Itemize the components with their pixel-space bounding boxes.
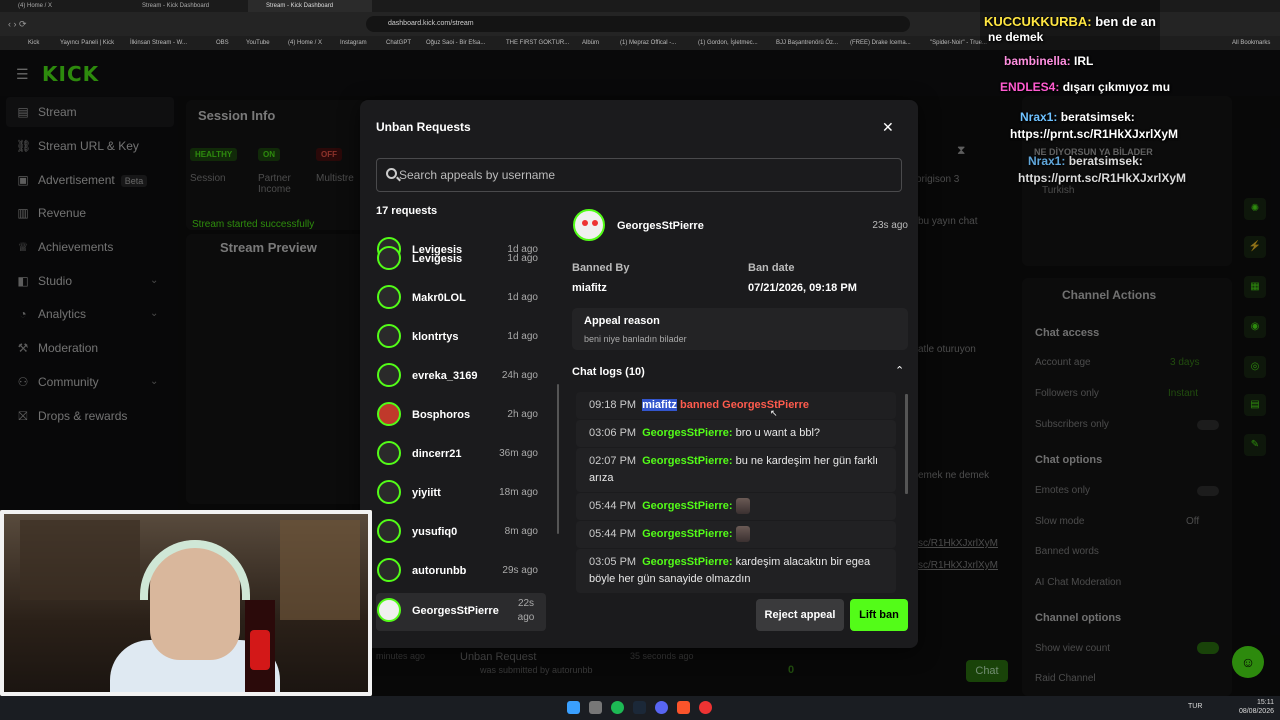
- lift-ban-button[interactable]: Lift ban: [850, 599, 908, 631]
- bookmark-item[interactable]: "Spider-Noir" - True...: [930, 36, 987, 50]
- emote-image: [735, 498, 750, 515]
- avatar: [377, 519, 401, 543]
- steam-icon[interactable]: [633, 701, 646, 714]
- list-item[interactable]: Makr0LOL 1d ago: [376, 280, 546, 318]
- list-item[interactable]: autorunbb 29s ago: [376, 553, 546, 591]
- discord-icon[interactable]: [655, 701, 668, 714]
- chat-log-row: 02:07 PM GeorgesStPierre: bu ne kardeşim …: [576, 448, 896, 492]
- bookmark-item[interactable]: OBS: [216, 36, 229, 50]
- browser-tab-active[interactable]: Stream - Kick Dashboard: [248, 0, 372, 12]
- modal-title: Unban Requests: [376, 120, 471, 134]
- bookmark-item[interactable]: Albüm: [582, 36, 599, 50]
- chat-log-row: 05:44 PM GeorgesStPierre:: [576, 521, 896, 548]
- overlay-chat-line: Nrax1: beratsimsek:: [1028, 154, 1143, 168]
- avatar: [377, 441, 401, 465]
- list-item[interactable]: klontrtys 1d ago: [376, 319, 546, 357]
- list-item[interactable]: dincerr21 36m ago: [376, 436, 546, 474]
- address-bar[interactable]: dashboard.kick.com/stream: [366, 16, 910, 32]
- list-item-selected[interactable]: GeorgesStPierre 22s ago: [376, 593, 546, 631]
- overlay-chat-line: https://prnt.sc/R1HkXJxrlXyM: [1018, 171, 1187, 185]
- appeal-reason-label: Appeal reason: [584, 315, 660, 327]
- requests-count: 17 requests: [376, 205, 438, 217]
- overlay-chat-line: KUCCUKKURBA: ben de an: [984, 14, 1156, 29]
- bookmark-item[interactable]: (1) Gordon, İşletmec...: [698, 36, 758, 50]
- chat-log-row: 05:44 PM GeorgesStPierre:: [576, 493, 896, 520]
- spotify-icon[interactable]: [611, 701, 624, 714]
- banned-by-label: Banned By: [572, 262, 630, 274]
- detail-time: 23s ago: [872, 220, 908, 231]
- search-field[interactable]: [376, 158, 902, 192]
- bookmark-item[interactable]: Instagram: [340, 36, 367, 50]
- chat-log-row: 03:05 PM GeorgesStPierre: kardeşim alacak…: [576, 549, 896, 593]
- brave-icon[interactable]: [677, 701, 690, 714]
- avatar: [377, 402, 401, 426]
- obs-icon[interactable]: [699, 701, 712, 714]
- bookmark-item[interactable]: BJJ Başantrenörü Öz...: [776, 36, 838, 50]
- search-icon: [386, 168, 397, 179]
- avatar: [377, 480, 401, 504]
- chevron-up-icon[interactable]: ⌃: [895, 364, 904, 377]
- list-item[interactable]: yusufiq0 8m ago: [376, 514, 546, 552]
- chat-log-row: 09:18 PM miafitz banned GeorgesStPierre: [576, 392, 896, 419]
- ban-date-label: Ban date: [748, 262, 795, 274]
- appeal-reason-text: beni niye banladın bilader: [584, 334, 687, 344]
- ban-date-value: 07/21/2026, 09:18 PM: [748, 282, 857, 294]
- bookmark-item[interactable]: Oğuz Saoi - Bir Efsa...: [426, 36, 485, 50]
- bookmark-item[interactable]: THE FIRST GOKTUR...: [506, 36, 569, 50]
- bookmark-item[interactable]: İlkinsan Stream - W...: [130, 36, 187, 50]
- overlay-chat-line: ENDLES4: dışarı çıkmıyoz mu: [1000, 80, 1171, 94]
- chat-log-row: 03:06 PM GeorgesStPierre: bro u want a bb…: [576, 420, 896, 447]
- search-input[interactable]: [399, 159, 889, 191]
- windows-start-icon[interactable]: [567, 701, 580, 714]
- browser-tab[interactable]: (4) Home / X: [0, 0, 120, 12]
- bookmark-item[interactable]: Kick: [28, 36, 39, 50]
- avatar: [377, 285, 401, 309]
- emote-image: [735, 526, 750, 543]
- list-item[interactable]: Bosphoros 2h ago: [376, 397, 546, 435]
- overlay-chat-line: Nrax1: beratsimsek:: [1020, 110, 1135, 124]
- overlay-chat-line: bambinella: IRL: [1004, 54, 1094, 68]
- overlay-chat-line: ne demek: [988, 30, 1044, 44]
- file-explorer-icon[interactable]: [589, 701, 602, 714]
- reject-appeal-button[interactable]: Reject appeal: [756, 599, 844, 631]
- logs-scrollbar[interactable]: [905, 394, 908, 494]
- language-indicator[interactable]: TUR: [1188, 703, 1202, 710]
- webcam-frame: [0, 510, 372, 696]
- list-item[interactable]: Levigesis 1d ago: [376, 241, 546, 279]
- all-bookmarks[interactable]: All Bookmarks: [1232, 36, 1270, 50]
- mouse-cursor: ↖: [770, 408, 778, 418]
- requests-list: Levigesis 1d ago Levigesis 1d ago Makr0LOL…: [376, 232, 556, 632]
- detail-username: GeorgesStPierre: [617, 220, 704, 232]
- avatar: [377, 598, 401, 622]
- bookmark-item[interactable]: Yayıncı Paneli | Kick: [60, 36, 114, 50]
- bookmark-item[interactable]: YouTube: [246, 36, 270, 50]
- list-item[interactable]: yiyiitt 18m ago: [376, 475, 546, 513]
- bookmark-item[interactable]: ChatGPT: [386, 36, 411, 50]
- chat-logs-title: Chat logs (10): [572, 366, 645, 378]
- avatar: [573, 209, 605, 241]
- bookmark-item[interactable]: (1) Mepraz Offical -...: [620, 36, 676, 50]
- bookmark-item[interactable]: (FREE) Drake Icema...: [850, 36, 911, 50]
- avatar: [377, 363, 401, 387]
- nav-arrows-icon[interactable]: ‹ › ⟳: [8, 19, 27, 30]
- bookmark-item[interactable]: (4) Home / X: [288, 36, 322, 50]
- list-item[interactable]: evreka_3169 24h ago: [376, 358, 546, 396]
- overlay-chat-line: https://prnt.sc/R1HkXJxrlXyM: [1010, 127, 1179, 141]
- avatar: [377, 558, 401, 582]
- avatar: [377, 246, 401, 270]
- close-icon[interactable]: ✕: [882, 119, 894, 136]
- avatar: [377, 324, 401, 348]
- list-scrollbar[interactable]: [557, 384, 559, 534]
- banned-by-value: miafitz: [572, 282, 607, 294]
- system-clock[interactable]: 15:11 08/08/2026: [1232, 698, 1274, 716]
- browser-tab[interactable]: Stream - Kick Dashboard: [124, 0, 248, 12]
